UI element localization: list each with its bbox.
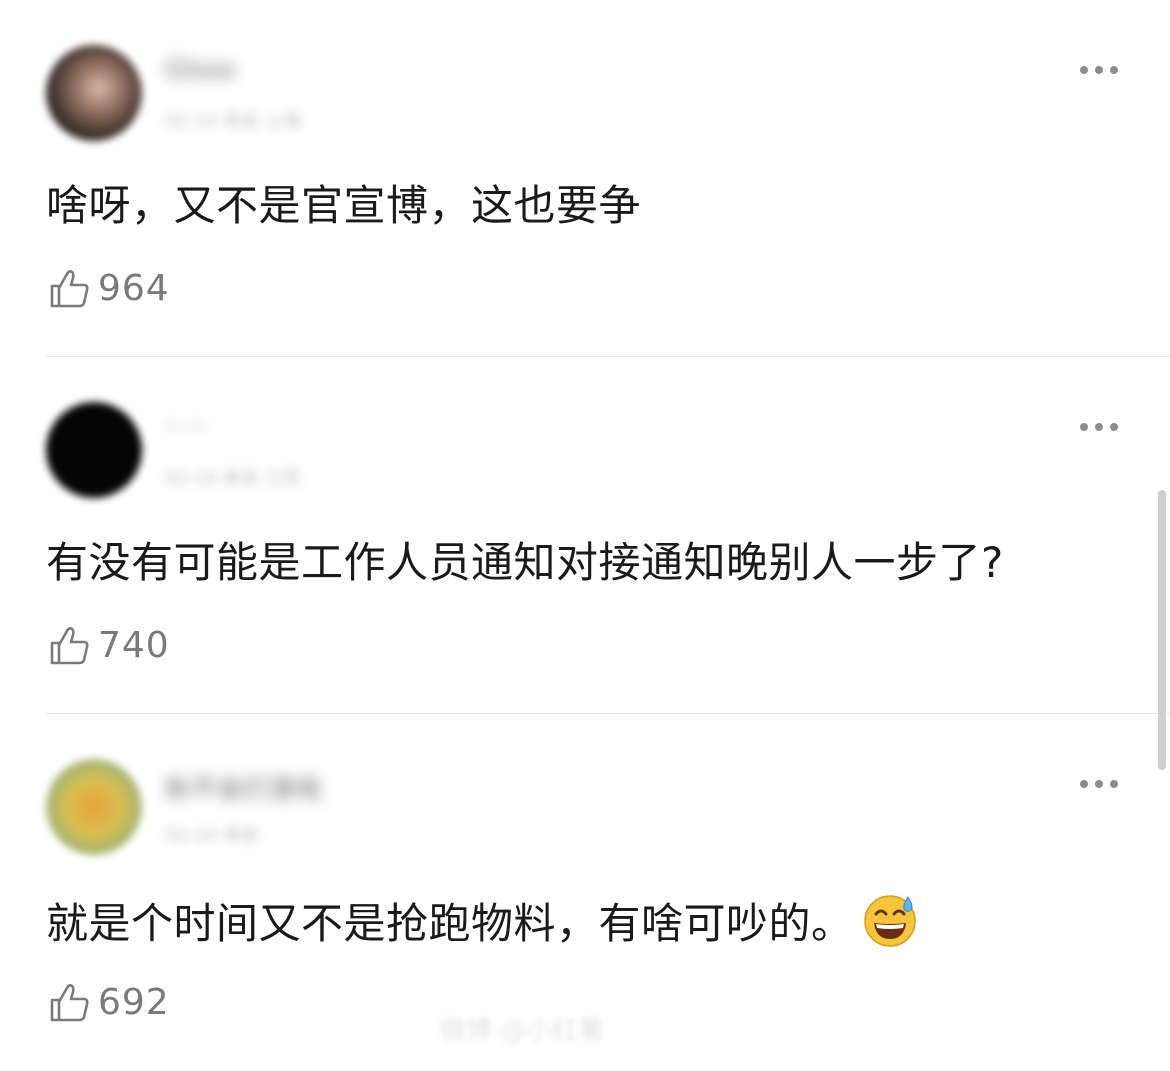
like-count: 740 [98,624,170,666]
comment-meta: 02-14 来自 [165,825,260,846]
comment-meta: 02-14 来自 上海 [165,111,301,132]
scrollbar[interactable] [1158,490,1166,770]
like-count: 964 [98,267,170,309]
like-button[interactable]: 740 [46,621,170,669]
dot-icon [1080,780,1088,788]
dot-icon [1110,423,1118,431]
comment-text: 啥呀，又不是官宣博，这也要争 [46,181,642,230]
dot-icon [1095,423,1103,431]
avatar[interactable] [46,402,142,498]
comment-text: 就是个时间又不是抢跑物料，有啥可吵的。 [46,892,918,952]
more-options-button[interactable] [1076,776,1122,792]
comment-item: ·· ·· 02-14 来自 江苏 有没有可能是工作人员通知对接通知晚别人一步了… [0,357,1170,714]
dot-icon [1110,66,1118,74]
thumbs-up-icon [50,627,89,665]
like-button[interactable]: 964 [46,264,170,312]
username[interactable]: ·· ·· [165,412,206,442]
comment-text: 有没有可能是工作人员通知对接通知晚别人一步了? [46,538,1004,587]
comment-item: Glsso 02-14 来自 上海 啥呀，又不是官宣博，这也要争 964 [0,0,1170,357]
more-options-button[interactable] [1076,62,1122,78]
comment-text-content: 就是个时间又不是抢跑物料，有啥可吵的。 [46,899,854,948]
dot-icon [1080,423,1088,431]
like-button[interactable]: 692 [46,978,170,1026]
username[interactable]: 秋不会打游戏 [165,769,321,805]
watermark: 微博 @小红薯 [440,1016,605,1046]
thumbs-up-icon [50,984,89,1022]
dot-icon [1095,66,1103,74]
dot-icon [1095,780,1103,788]
dot-icon [1080,66,1088,74]
thumbs-up-icon [50,270,89,308]
like-count: 692 [98,981,170,1023]
username[interactable]: Glsso [165,55,235,85]
avatar[interactable] [46,759,142,855]
grinning-sweat-emoji [863,895,916,947]
dot-icon [1110,780,1118,788]
avatar[interactable] [46,45,142,141]
more-options-button[interactable] [1076,419,1122,435]
comment-meta: 02-14 来自 江苏 [165,468,301,489]
